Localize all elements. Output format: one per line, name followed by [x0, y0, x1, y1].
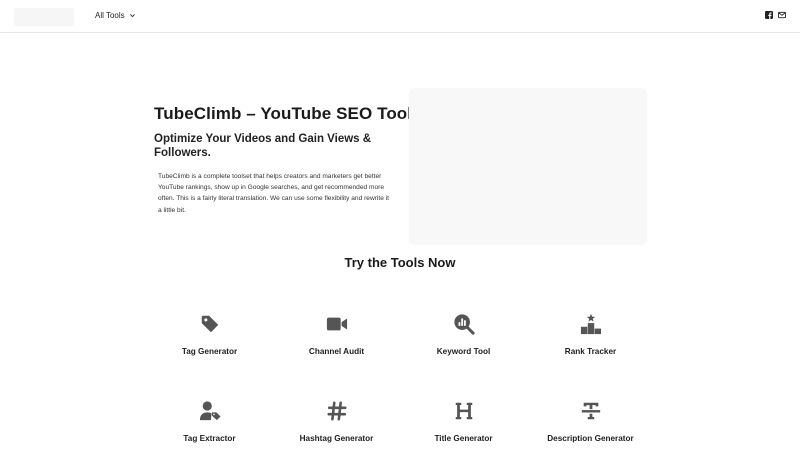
podium-star-icon — [580, 313, 602, 335]
chevron-down-icon — [129, 14, 135, 18]
tool-label: Tag Extractor — [183, 434, 236, 443]
tool-card-rank-tracker[interactable]: Rank Tracker — [528, 291, 653, 377]
tool-label: Hashtag Generator — [299, 434, 374, 443]
email-icon[interactable] — [778, 11, 786, 19]
text-strikethrough-icon — [580, 400, 602, 422]
tool-label: Rank Tracker — [564, 347, 617, 356]
hero-image-placeholder — [409, 88, 647, 245]
user-tag-icon — [199, 400, 221, 422]
page-title: TubeClimb – YouTube SEO Tool — [154, 104, 413, 123]
tool-card-tag-generator[interactable]: Tag Generator — [147, 291, 272, 377]
tool-label: Keyword Tool — [436, 347, 491, 356]
tag-icon — [199, 313, 221, 335]
heading-icon — [453, 400, 475, 422]
tool-card-hashtag-generator[interactable]: Hashtag Generator — [274, 378, 399, 450]
tool-card-tag-extractor[interactable]: Tag Extractor — [147, 378, 272, 450]
top-navigation-bar: All Tools — [0, 0, 800, 33]
tool-label: Channel Audit — [308, 347, 365, 356]
hero-subtitle: Optimize Your Videos and Gain Views & Fo… — [154, 133, 372, 159]
hashtag-icon — [326, 400, 348, 422]
tool-card-channel-audit[interactable]: Channel Audit — [274, 291, 399, 377]
tools-section-title: Try the Tools Now — [344, 255, 456, 270]
tool-card-title-generator[interactable]: Title Generator — [401, 378, 526, 450]
all-tools-label: All Tools — [95, 11, 125, 20]
facebook-icon[interactable] — [765, 11, 773, 19]
all-tools-menu[interactable]: All Tools — [95, 11, 136, 20]
tool-label: Tag Generator — [181, 347, 238, 356]
tool-card-keyword-tool[interactable]: Keyword Tool — [401, 291, 526, 377]
social-links — [765, 11, 786, 19]
tool-label: Description Generator — [547, 434, 634, 443]
tool-card-description-generator[interactable]: Description Generator — [528, 378, 653, 450]
video-camera-icon — [326, 313, 348, 335]
magnifier-chart-icon — [453, 313, 475, 335]
hero-description: TubeClimb is a complete toolset that hel… — [158, 173, 389, 214]
site-logo[interactable] — [14, 8, 74, 26]
tool-label: Title Generator — [434, 434, 493, 443]
